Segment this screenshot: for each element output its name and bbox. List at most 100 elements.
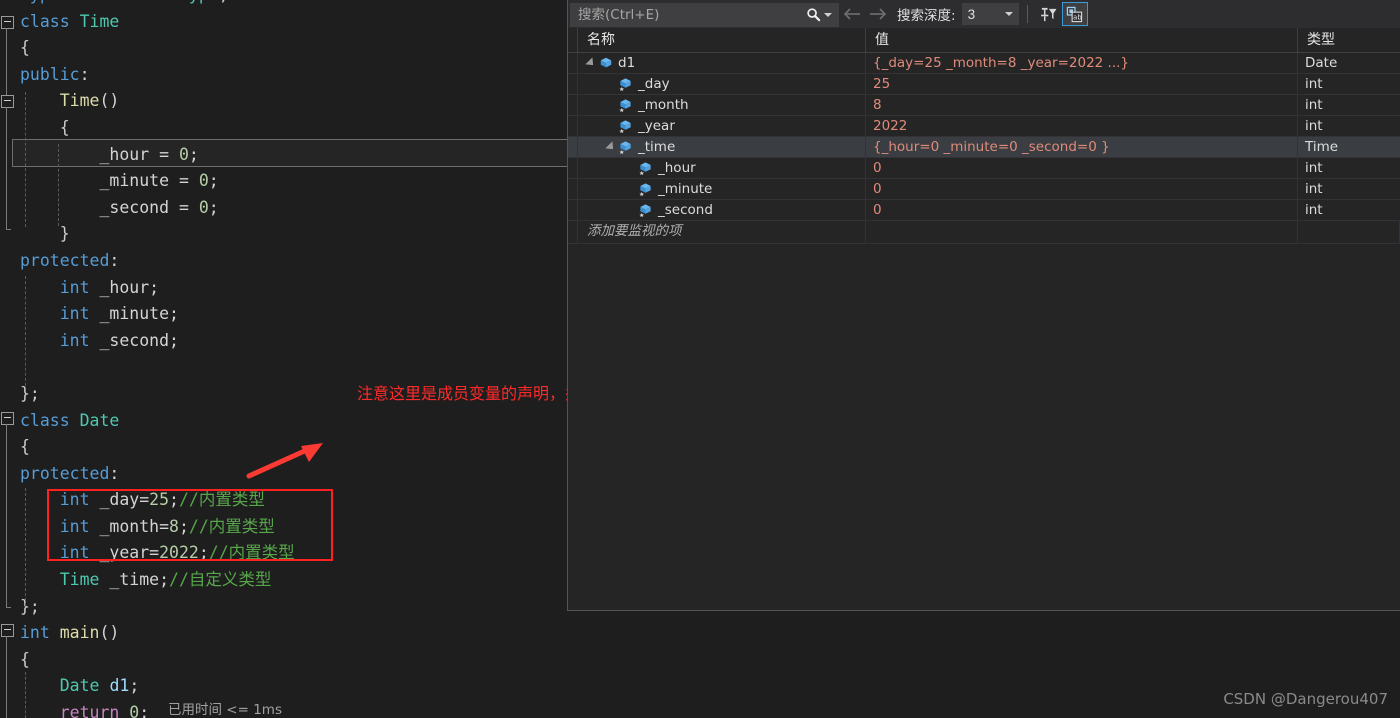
add-watch-name-cell[interactable]: 添加要监视的项 (578, 221, 866, 243)
code-token: int (59, 516, 90, 536)
field-icon (637, 161, 654, 176)
watch-row-name-cell[interactable]: _hour (578, 158, 866, 178)
watch-row-name-cell[interactable]: _minute (578, 179, 866, 199)
code-token: = (149, 144, 179, 164)
code-token: int (59, 330, 90, 350)
code-token: ; (129, 676, 140, 696)
code-token: Date (79, 410, 120, 430)
code-token: _month= (89, 516, 170, 536)
code-token: typedef (20, 0, 90, 4)
fold-end-time (6, 229, 11, 230)
code-token: 2022 (159, 543, 199, 563)
code-token: Time (79, 11, 120, 31)
code-token: : (109, 250, 120, 270)
watch-row-name: _day (638, 76, 670, 92)
code-token: ; (208, 197, 219, 217)
code-line: Date d1; (0, 673, 1400, 700)
code-token: //内置类型 (208, 543, 295, 563)
indent-guide (25, 672, 26, 718)
code-token: 0 (198, 197, 209, 217)
row-gutter (568, 74, 578, 94)
watch-row-type: Date (1305, 55, 1338, 71)
fold-toggle-class-time[interactable] (1, 16, 14, 29)
watch-row[interactable]: _day 25 int (568, 74, 1400, 95)
watch-row-value[interactable]: 8 (866, 95, 1298, 115)
search-options-chevron-down-icon[interactable] (824, 12, 832, 17)
field-icon (617, 140, 634, 155)
watch-row-name-cell[interactable]: _time (578, 137, 866, 157)
watch-row-name-cell[interactable]: _day (578, 74, 866, 94)
hex-display-icon: ab (1066, 6, 1083, 22)
watch-row-value[interactable]: 0 (866, 179, 1298, 199)
code-token: _minute; (89, 304, 179, 324)
search-depth-chevron-down-icon[interactable] (1004, 12, 1013, 16)
watch-row-name-cell[interactable]: _second (578, 200, 866, 220)
code-token: public (20, 64, 80, 84)
code-token: ; (198, 543, 209, 563)
watch-row[interactable]: d1 {_day=25 _month=8 _year=2022 ...} Date (568, 53, 1400, 74)
code-token: Time (59, 91, 100, 111)
code-token: Date (59, 676, 100, 696)
search-previous-icon[interactable] (839, 1, 865, 27)
expander-placeholder (624, 183, 637, 196)
watch-row-name-cell[interactable]: d1 (578, 53, 866, 73)
watch-grid[interactable]: 名称 值 类型 d1 {_day=25 _month=8 _year=2022 .… (568, 28, 1400, 610)
expander-chevron-icon[interactable] (604, 141, 617, 154)
watch-grid-header: 名称 值 类型 (568, 28, 1400, 53)
watch-row-value[interactable]: {_hour=0 _minute=0 _second=0 } (866, 137, 1298, 157)
watch-row-value[interactable]: 0 (866, 200, 1298, 220)
fold-toggle-main[interactable] (1, 624, 14, 637)
column-header-value[interactable]: 值 (866, 28, 1298, 52)
search-box[interactable] (570, 2, 839, 27)
code-token: () (99, 623, 120, 643)
watch-row[interactable]: _second 0 int (568, 200, 1400, 221)
row-gutter (568, 53, 578, 73)
watch-grid-body[interactable]: d1 {_day=25 _month=8 _year=2022 ...} Date _… (568, 53, 1400, 244)
fold-toggle-class-date[interactable] (1, 412, 14, 425)
add-watch-value-cell[interactable] (866, 221, 1298, 243)
code-token: 0 (198, 171, 209, 191)
code-token: _minute (99, 171, 170, 191)
row-gutter (568, 116, 578, 136)
code-token: int (99, 0, 129, 4)
watch-row-value[interactable]: {_day=25 _month=8 _year=2022 ...} (866, 53, 1298, 73)
code-line: int main() (0, 620, 1400, 647)
column-header-name[interactable]: 名称 (578, 28, 866, 52)
panel-splitter-horizontal[interactable] (567, 610, 1400, 611)
code-token: 0 (178, 144, 189, 164)
fold-toggle-time-ctor[interactable] (1, 95, 14, 108)
column-header-type[interactable]: 类型 (1298, 28, 1400, 52)
watch-row[interactable]: _minute 0 int (568, 179, 1400, 200)
watch-row[interactable]: _month 8 int (568, 95, 1400, 116)
code-token: ; (139, 703, 150, 718)
watch-row-type: int (1305, 181, 1323, 197)
search-next-icon[interactable] (865, 1, 891, 27)
watch-toolbar: 搜索深度: 3 ab (568, 0, 1400, 28)
indent-guide (58, 144, 59, 226)
watch-row-name-cell[interactable]: _year (578, 116, 866, 136)
watch-row-value[interactable]: 2022 (866, 116, 1298, 136)
pin-filter-button[interactable] (1036, 2, 1062, 26)
search-icon[interactable] (802, 7, 824, 22)
code-token: _year= (89, 543, 160, 563)
watch-row[interactable]: _time {_hour=0 _minute=0 _second=0 } Time (568, 137, 1400, 158)
watch-row-value[interactable]: 0 (866, 158, 1298, 178)
indent-guide (25, 276, 26, 386)
watch-row[interactable]: _year 2022 int (568, 116, 1400, 137)
code-token: class (20, 410, 70, 430)
expander-chevron-icon[interactable] (584, 57, 597, 70)
watch-row-name: d1 (618, 55, 636, 71)
code-token: ; (178, 516, 189, 536)
search-input[interactable] (571, 5, 802, 24)
watch-row-value[interactable]: 25 (866, 74, 1298, 94)
watch-row-name-cell[interactable]: _month (578, 95, 866, 115)
add-watch-row[interactable]: 添加要监视的项 (568, 221, 1400, 244)
hex-display-button[interactable]: ab (1061, 2, 1088, 26)
search-depth-select[interactable]: 3 (961, 3, 1019, 25)
code-token: _day= (89, 490, 150, 510)
watch-row[interactable]: _hour 0 int (568, 158, 1400, 179)
